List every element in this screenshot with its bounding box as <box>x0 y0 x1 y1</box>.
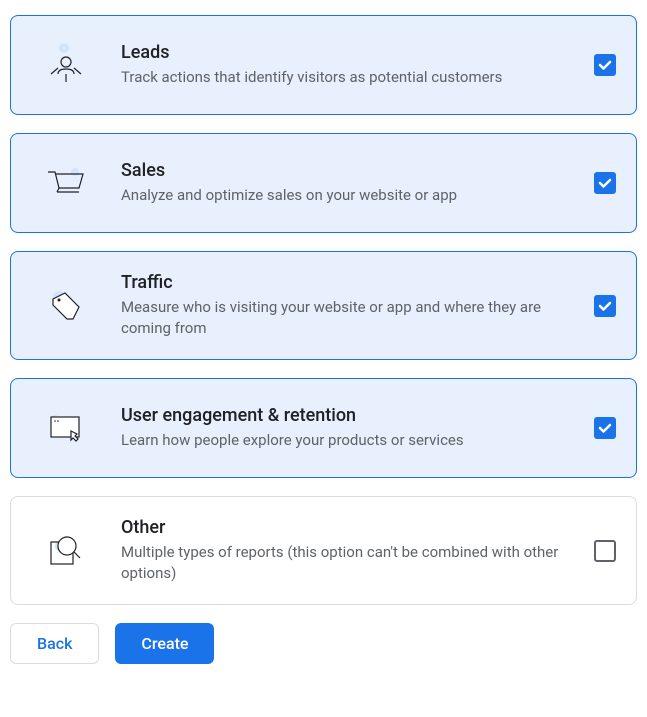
option-description: Track actions that identify visitors as … <box>121 67 578 88</box>
engagement-icon <box>41 403 91 453</box>
checkbox-engagement[interactable] <box>594 417 616 439</box>
checkbox-checked-icon <box>594 417 616 439</box>
checkbox-sales[interactable] <box>594 172 616 194</box>
checkbox-checked-icon <box>594 172 616 194</box>
other-icon <box>41 526 91 576</box>
checkbox-checked-icon <box>594 295 616 317</box>
checkbox-traffic[interactable] <box>594 295 616 317</box>
sales-icon <box>41 158 91 208</box>
create-button[interactable]: Create <box>115 623 214 664</box>
option-description: Analyze and optimize sales on your websi… <box>121 185 578 206</box>
option-description: Learn how people explore your products o… <box>121 430 578 451</box>
option-description: Multiple types of reports (this option c… <box>121 542 578 584</box>
option-content: Traffic Measure who is visiting your web… <box>121 272 594 339</box>
option-title: Other <box>121 517 578 538</box>
option-content: Sales Analyze and optimize sales on your… <box>121 160 594 206</box>
option-title: User engagement & retention <box>121 405 578 426</box>
footer-buttons: Back Create <box>10 623 637 664</box>
option-card-leads[interactable]: Leads Track actions that identify visito… <box>10 15 637 115</box>
back-button[interactable]: Back <box>10 623 99 664</box>
option-description: Measure who is visiting your website or … <box>121 297 578 339</box>
traffic-icon <box>41 281 91 331</box>
leads-icon <box>41 40 91 90</box>
checkbox-other[interactable] <box>594 540 616 562</box>
option-card-traffic[interactable]: Traffic Measure who is visiting your web… <box>10 251 637 360</box>
checkbox-checked-icon <box>594 54 616 76</box>
option-content: User engagement & retention Learn how pe… <box>121 405 594 451</box>
checkbox-unchecked-icon <box>594 540 616 562</box>
option-card-sales[interactable]: Sales Analyze and optimize sales on your… <box>10 133 637 233</box>
checkbox-leads[interactable] <box>594 54 616 76</box>
option-title: Traffic <box>121 272 578 293</box>
option-card-other[interactable]: Other Multiple types of reports (this op… <box>10 496 637 605</box>
option-content: Leads Track actions that identify visito… <box>121 42 594 88</box>
option-title: Sales <box>121 160 578 181</box>
option-content: Other Multiple types of reports (this op… <box>121 517 594 584</box>
option-card-engagement[interactable]: User engagement & retention Learn how pe… <box>10 378 637 478</box>
option-title: Leads <box>121 42 578 63</box>
